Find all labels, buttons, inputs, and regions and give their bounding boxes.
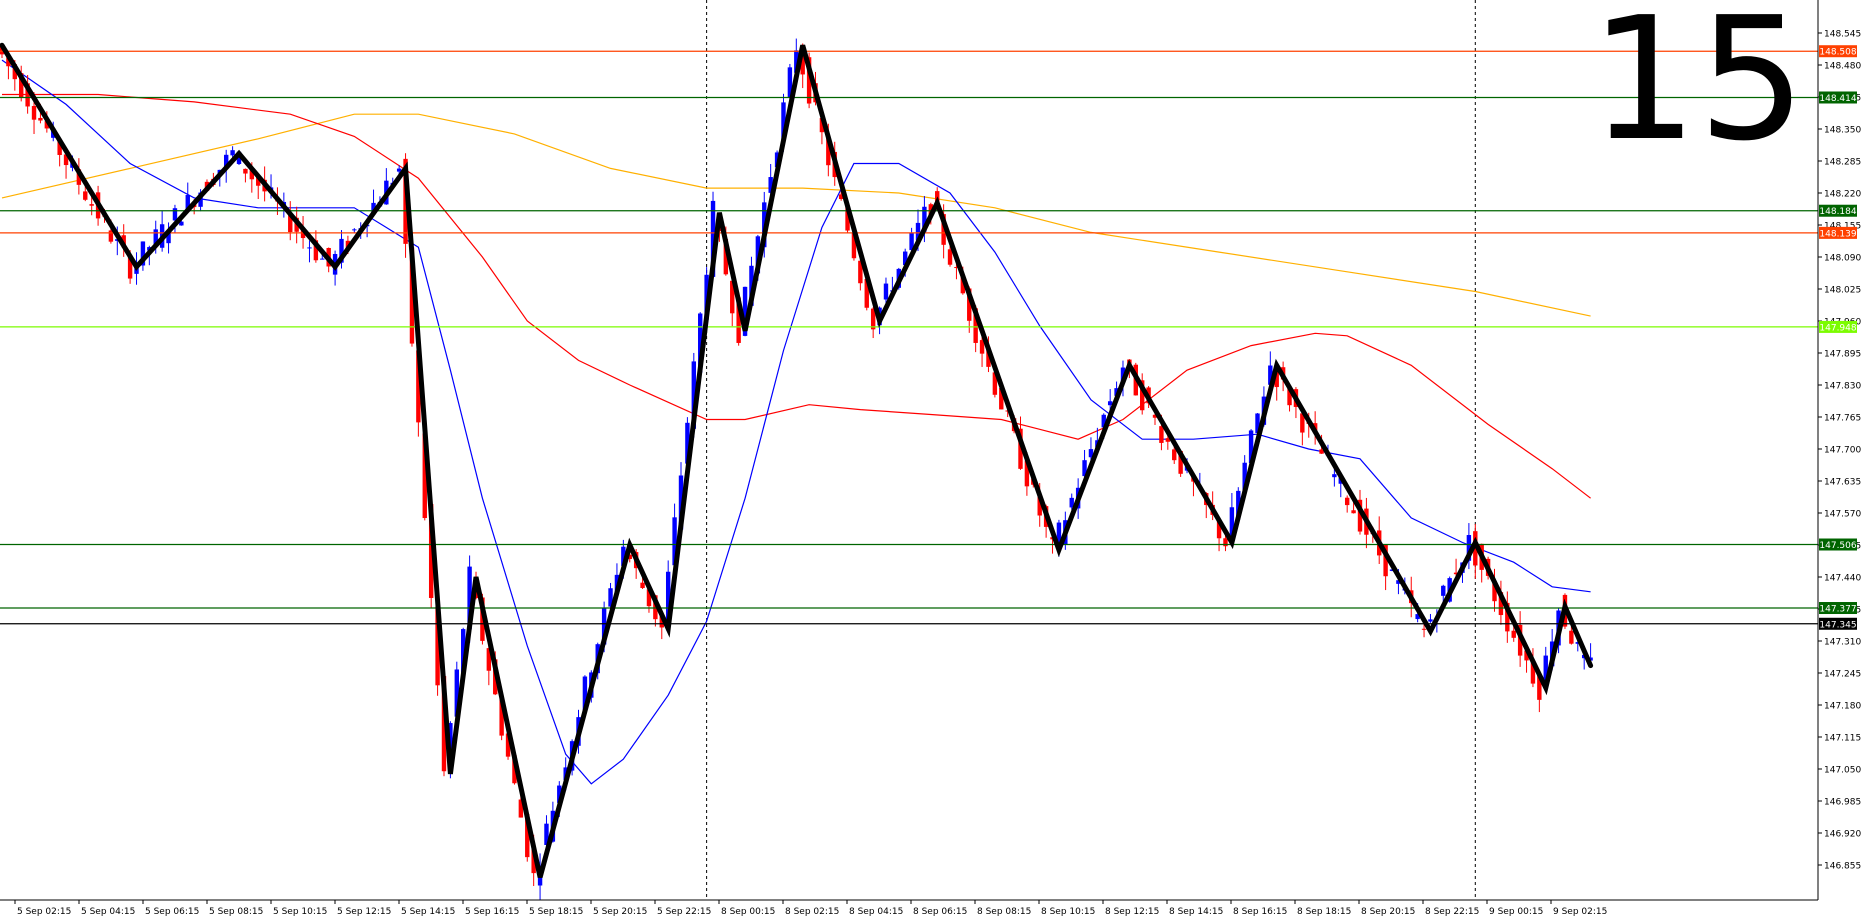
x-tick-label: 5 Sep 12:15	[337, 907, 391, 917]
candle-body	[1159, 426, 1164, 443]
chart-background	[0, 0, 1863, 922]
x-tick-label: 8 Sep 14:15	[1169, 907, 1223, 917]
candle-body	[1569, 630, 1574, 644]
x-tick-label: 5 Sep 14:15	[401, 907, 455, 917]
level-label-3: 148.139	[1819, 229, 1856, 239]
x-tick-label: 8 Sep 08:15	[977, 907, 1031, 917]
y-tick-label: 147.830	[1824, 382, 1861, 392]
candle-body	[1172, 449, 1177, 461]
candle-body	[1421, 628, 1427, 630]
y-tick-label: 147.895	[1824, 350, 1861, 360]
x-tick-label: 5 Sep 08:15	[209, 907, 263, 917]
candle-body	[89, 204, 94, 206]
timeframe-label: 15	[1590, 0, 1806, 179]
candle-body	[307, 247, 312, 249]
candle-body	[108, 230, 114, 242]
candle-body	[1441, 585, 1446, 596]
candle-body	[31, 106, 37, 120]
x-tick-label: 8 Sep 18:15	[1297, 907, 1351, 917]
candle-body	[38, 117, 43, 121]
level-label-4: 147.948	[1819, 323, 1856, 333]
x-tick-label: 8 Sep 00:15	[721, 907, 775, 917]
y-tick-label: 148.090	[1824, 254, 1861, 264]
candle-body	[947, 249, 953, 265]
y-tick-label: 147.245	[1824, 670, 1861, 680]
level-label-5: 147.506	[1819, 541, 1856, 551]
level-label-7: 147.345	[1819, 620, 1856, 630]
x-tick-label: 5 Sep 18:15	[529, 907, 583, 917]
x-tick-label: 8 Sep 10:15	[1041, 907, 1095, 917]
candle-body	[883, 283, 889, 300]
level-label-1: 148.414	[1819, 94, 1856, 104]
y-tick-label: 147.180	[1824, 702, 1861, 712]
y-tick-label: 148.220	[1824, 190, 1861, 200]
candle-body	[352, 229, 357, 231]
y-tick-label: 146.855	[1824, 862, 1861, 872]
candle-body	[230, 150, 235, 156]
x-tick-label: 8 Sep 12:15	[1105, 907, 1159, 917]
x-tick-label: 5 Sep 22:15	[657, 907, 711, 917]
y-tick-label: 147.115	[1824, 734, 1861, 744]
candle-body	[320, 258, 325, 260]
y-tick-label: 147.050	[1824, 766, 1861, 776]
y-tick-label: 146.920	[1824, 830, 1861, 840]
x-tick-label: 5 Sep 16:15	[465, 907, 519, 917]
level-label-6: 147.377	[1819, 605, 1856, 615]
y-tick-label: 148.285	[1824, 158, 1861, 168]
y-tick-label: 148.545	[1824, 30, 1861, 40]
x-tick-label: 8 Sep 06:15	[913, 907, 967, 917]
x-tick-label: 8 Sep 20:15	[1361, 907, 1415, 917]
x-tick-label: 8 Sep 02:15	[785, 907, 839, 917]
candle-body	[1511, 630, 1516, 638]
x-tick-label: 8 Sep 16:15	[1233, 907, 1287, 917]
y-tick-label: 147.440	[1824, 574, 1861, 584]
price-chart[interactable]: 148.545148.480148.415148.350148.285148.2…	[0, 0, 1863, 922]
candle-body	[172, 208, 178, 221]
candle-body	[1351, 510, 1356, 514]
x-tick-label: 5 Sep 10:15	[273, 907, 327, 917]
x-tick-label: 8 Sep 04:15	[849, 907, 903, 917]
y-tick-label: 147.310	[1824, 638, 1861, 648]
candle-body	[1332, 474, 1337, 478]
x-tick-label: 8 Sep 22:15	[1425, 907, 1479, 917]
x-tick-label: 9 Sep 02:15	[1553, 907, 1607, 917]
y-tick-label: 148.480	[1824, 62, 1861, 72]
y-tick-label: 146.985	[1824, 798, 1861, 808]
candle-body	[83, 191, 88, 200]
candle-body	[1428, 619, 1433, 622]
y-tick-label: 147.700	[1824, 446, 1861, 456]
y-tick-label: 148.025	[1824, 286, 1861, 296]
candle-body	[1344, 497, 1350, 506]
x-tick-label: 5 Sep 04:15	[81, 907, 135, 917]
x-tick-label: 9 Sep 00:15	[1489, 907, 1543, 917]
candle-body	[243, 168, 248, 174]
x-tick-label: 5 Sep 20:15	[593, 907, 647, 917]
y-tick-label: 147.765	[1824, 414, 1861, 424]
y-tick-label: 147.570	[1824, 510, 1861, 520]
y-tick-label: 148.350	[1824, 126, 1861, 136]
x-tick-label: 5 Sep 06:15	[145, 907, 199, 917]
level-label-2: 148.184	[1819, 207, 1856, 217]
x-tick-label: 5 Sep 02:15	[17, 907, 71, 917]
candle-body	[640, 582, 645, 588]
y-tick-label: 147.635	[1824, 478, 1861, 488]
level-label-0: 148.508	[1819, 48, 1856, 58]
